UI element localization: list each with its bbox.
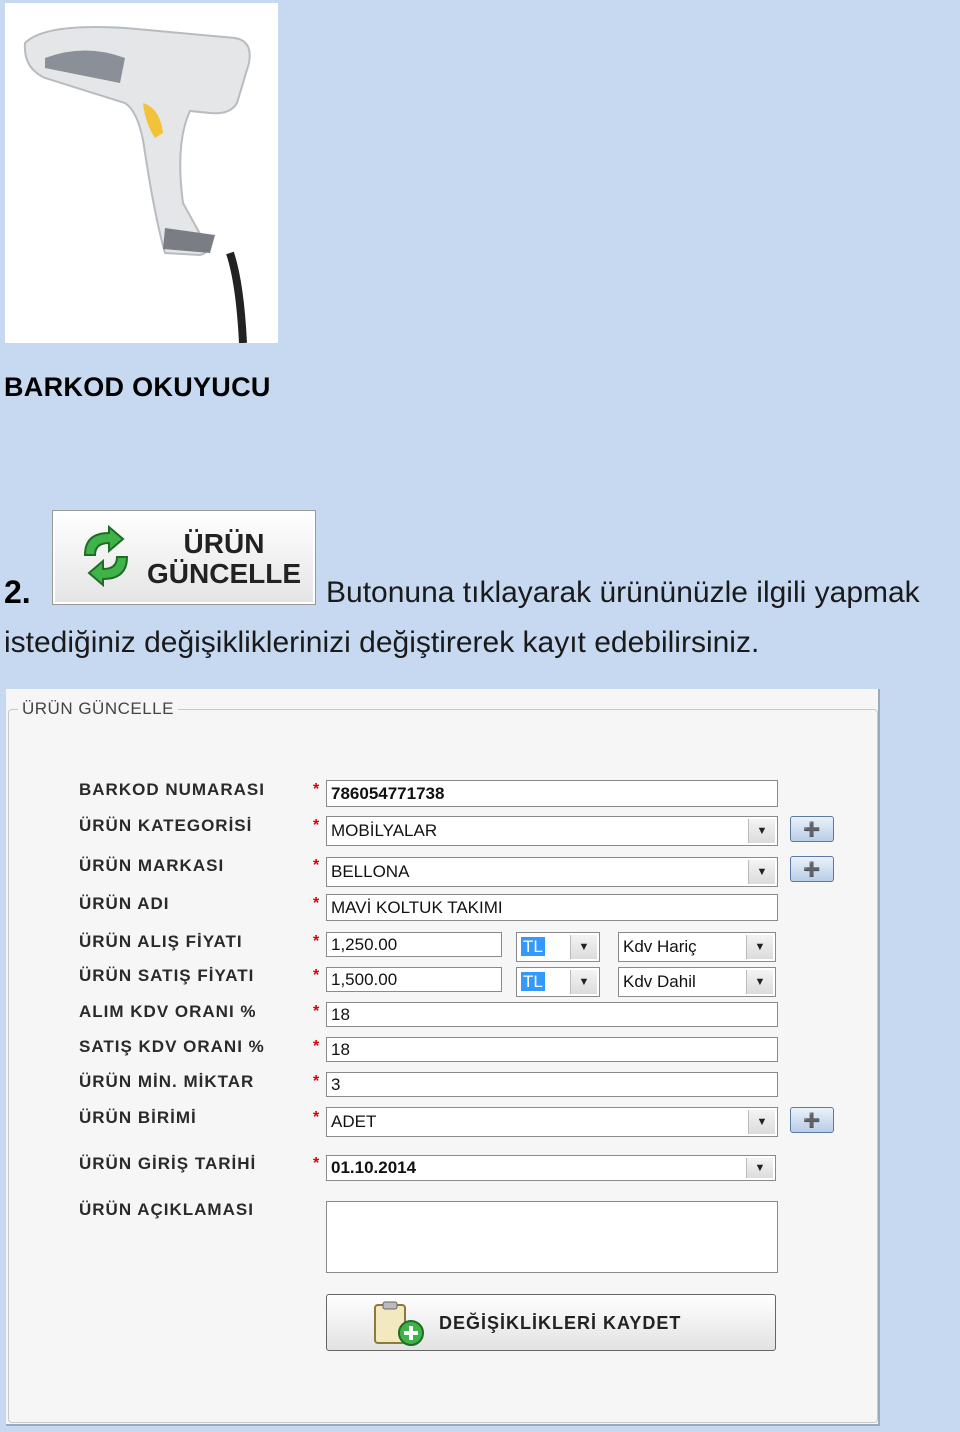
- required-mark: *: [313, 967, 320, 984]
- chevron-down-icon[interactable]: ▼: [748, 819, 775, 843]
- add-folder-icon: ➕: [803, 820, 821, 837]
- add-unit-button[interactable]: ➕: [790, 1107, 834, 1133]
- category-select[interactable]: MOBİLYALAR ▼: [326, 816, 778, 846]
- brand-label: ÜRÜN MARKASI: [79, 856, 225, 875]
- buy-currency-value: TL: [521, 937, 545, 956]
- step-number: 2.: [4, 574, 31, 610]
- required-mark: *: [313, 781, 320, 798]
- clipboard-add-icon: [371, 1301, 431, 1352]
- name-label: ÜRÜN ADI: [79, 894, 170, 913]
- required-mark: *: [313, 1003, 320, 1020]
- buy-price-input[interactable]: 1,250.00: [326, 932, 502, 957]
- sell-price-label: ÜRÜN SATIŞ FİYATI: [79, 966, 255, 985]
- form-title: ÜRÜN GÜNCELLE: [18, 699, 178, 719]
- sell-vat-label: SATIŞ KDV ORANI %: [79, 1037, 265, 1056]
- refresh-arrows-icon: [77, 524, 135, 592]
- min-qty-input[interactable]: 3: [326, 1072, 778, 1097]
- description-textarea[interactable]: [326, 1201, 778, 1273]
- required-mark: *: [313, 1038, 320, 1055]
- button-image-line1: ÜRÜN: [183, 528, 265, 559]
- button-image-line2: GÜNCELLE: [147, 558, 301, 589]
- description-label: ÜRÜN AÇIKLAMASI: [79, 1200, 254, 1219]
- chevron-down-icon[interactable]: ▼: [570, 935, 597, 959]
- barcode-input[interactable]: 786054771738: [326, 780, 778, 807]
- chevron-down-icon[interactable]: ▼: [746, 935, 773, 959]
- sell-vat-mode-select[interactable]: Kdv Dahil ▼: [618, 967, 776, 997]
- unit-label: ÜRÜN BİRİMİ: [79, 1108, 197, 1127]
- instruction-line2: istediğiniz değişikliklerinizi değiştire…: [4, 626, 760, 659]
- image-caption: BARKOD OKUYUCU: [4, 372, 271, 402]
- sell-vat-input[interactable]: 18: [326, 1037, 778, 1062]
- add-brand-button[interactable]: ➕: [790, 856, 834, 882]
- add-category-button[interactable]: ➕: [790, 816, 834, 842]
- chevron-down-icon[interactable]: ▼: [748, 1110, 775, 1134]
- barcode-scanner-image: [5, 3, 278, 344]
- buy-vat-mode-select[interactable]: Kdv Hariç ▼: [618, 932, 776, 962]
- sell-currency-select[interactable]: TL ▼: [516, 967, 600, 997]
- required-mark: *: [313, 1073, 320, 1090]
- unit-value: ADET: [331, 1112, 377, 1131]
- category-value: MOBİLYALAR: [331, 821, 438, 840]
- buy-price-label: ÜRÜN ALIŞ FİYATI: [79, 932, 243, 951]
- name-input[interactable]: MAVİ KOLTUK TAKIMI: [326, 894, 778, 921]
- chevron-down-icon[interactable]: ▼: [746, 1158, 773, 1178]
- save-changes-button[interactable]: DEĞİŞİKLİKLERİ KAYDET: [326, 1294, 776, 1351]
- add-folder-icon: ➕: [803, 860, 821, 877]
- brand-select[interactable]: BELLONA ▼: [326, 857, 778, 887]
- unit-select[interactable]: ADET ▼: [326, 1107, 778, 1137]
- buy-vat-label: ALIM KDV ORANI %: [79, 1002, 257, 1021]
- buy-vat-mode-value: Kdv Hariç: [623, 937, 697, 956]
- chevron-down-icon[interactable]: ▼: [746, 970, 773, 994]
- sell-vat-mode-value: Kdv Dahil: [623, 972, 696, 991]
- chevron-down-icon[interactable]: ▼: [570, 970, 597, 994]
- required-mark: *: [313, 857, 320, 874]
- urun-guncelle-button-image: ÜRÜN GÜNCELLE: [52, 510, 316, 605]
- entry-date-picker[interactable]: 01.10.2014 ▼: [326, 1155, 776, 1181]
- save-button-label: DEĞİŞİKLİKLERİ KAYDET: [439, 1313, 682, 1333]
- required-mark: *: [313, 1109, 320, 1126]
- min-qty-label: ÜRÜN MİN. MİKTAR: [79, 1072, 255, 1091]
- required-mark: *: [313, 1155, 320, 1172]
- instruction-line1: Butonuna tıklayarak ürününüzle ilgili ya…: [326, 576, 920, 609]
- urun-guncelle-panel: ÜRÜN GÜNCELLE BARKOD NUMARASI * 78605477…: [6, 689, 880, 1426]
- category-label: ÜRÜN KATEGORİSİ: [79, 816, 253, 835]
- chevron-down-icon[interactable]: ▼: [748, 860, 775, 884]
- required-mark: *: [313, 817, 320, 834]
- sell-price-input[interactable]: 1,500.00: [326, 967, 502, 992]
- required-mark: *: [313, 895, 320, 912]
- sell-currency-value: TL: [521, 972, 545, 991]
- required-mark: *: [313, 933, 320, 950]
- buy-currency-select[interactable]: TL ▼: [516, 932, 600, 962]
- brand-value: BELLONA: [331, 862, 410, 881]
- entry-date-value: 01.10.2014: [331, 1158, 417, 1177]
- entry-date-label: ÜRÜN GİRİŞ TARİHİ: [79, 1154, 257, 1173]
- buy-vat-input[interactable]: 18: [326, 1002, 778, 1027]
- barcode-label: BARKOD NUMARASI: [79, 780, 265, 799]
- add-folder-icon: ➕: [803, 1111, 821, 1128]
